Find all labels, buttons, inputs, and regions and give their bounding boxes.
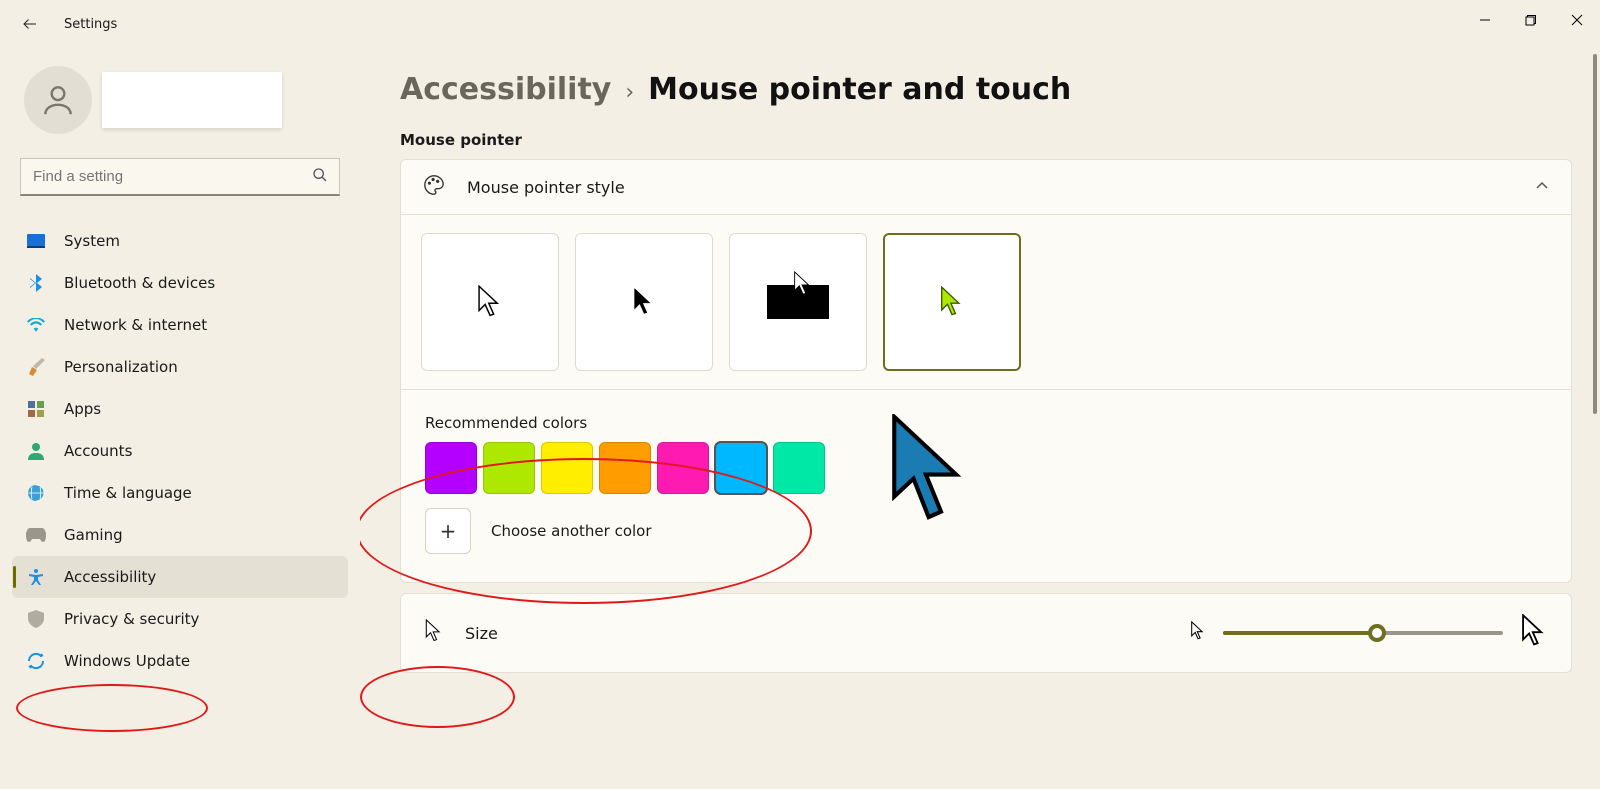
sidebar-item-system[interactable]: System — [12, 220, 348, 262]
chevron-right-icon: › — [625, 80, 634, 105]
color-swatch-yellow[interactable] — [541, 442, 593, 494]
sidebar-item-label: Time & language — [64, 484, 192, 502]
sidebar-item-network[interactable]: Network & internet — [12, 304, 348, 346]
pointer-style-header[interactable]: Mouse pointer style — [401, 160, 1571, 214]
main-content: Accessibility › Mouse pointer and touch … — [360, 48, 1600, 789]
section-mouse-pointer-label: Mouse pointer — [400, 131, 1572, 149]
sidebar-item-label: Bluetooth & devices — [64, 274, 215, 292]
update-icon — [26, 651, 46, 671]
cursor-large-icon — [1521, 614, 1547, 652]
paintbrush-icon — [26, 357, 46, 377]
nav-list: System Bluetooth & devices Network & int… — [12, 220, 348, 682]
size-card: Size — [400, 593, 1572, 673]
sidebar-item-time-language[interactable]: Time & language — [12, 472, 348, 514]
gamepad-icon — [26, 525, 46, 545]
sidebar-item-label: Accessibility — [64, 568, 156, 586]
minimize-button[interactable] — [1462, 0, 1508, 40]
chevron-up-icon — [1535, 178, 1549, 197]
app-title: Settings — [64, 17, 117, 32]
scrollbar-thumb[interactable] — [1593, 54, 1597, 414]
sidebar: System Bluetooth & devices Network & int… — [0, 48, 360, 789]
pointer-style-custom[interactable] — [883, 233, 1021, 371]
recommended-colors-label: Recommended colors — [425, 414, 825, 432]
system-icon — [26, 231, 46, 251]
pointer-style-inverted[interactable] — [729, 233, 867, 371]
sidebar-item-label: Windows Update — [64, 652, 190, 670]
user-name-panel[interactable] — [102, 72, 282, 128]
sidebar-item-label: Accounts — [64, 442, 132, 460]
plus-icon: + — [440, 519, 457, 543]
pointer-style-card: Mouse pointer style — [400, 159, 1572, 583]
search-input[interactable] — [20, 158, 340, 196]
close-button[interactable] — [1554, 0, 1600, 40]
search-icon — [312, 167, 328, 187]
cursor-icon — [425, 619, 443, 647]
annotation-ellipse — [360, 666, 515, 728]
sidebar-item-bluetooth[interactable]: Bluetooth & devices — [12, 262, 348, 304]
sidebar-item-label: System — [64, 232, 120, 250]
sidebar-item-label: Personalization — [64, 358, 178, 376]
pointer-style-title: Mouse pointer style — [467, 178, 625, 197]
globe-clock-icon — [26, 483, 46, 503]
palette-icon — [423, 174, 445, 200]
sidebar-item-privacy[interactable]: Privacy & security — [12, 598, 348, 640]
pointer-style-black[interactable] — [575, 233, 713, 371]
size-slider[interactable] — [1223, 623, 1503, 643]
bluetooth-icon — [26, 273, 46, 293]
color-swatch-purple[interactable] — [425, 442, 477, 494]
choose-another-color-label: Choose another color — [491, 522, 652, 540]
pointer-color-preview — [885, 414, 975, 554]
pointer-style-options — [401, 215, 1571, 389]
choose-another-color-button[interactable]: + — [425, 508, 471, 554]
slider-thumb[interactable] — [1368, 624, 1386, 642]
color-swatch-cyan[interactable] — [715, 442, 767, 494]
sidebar-item-windows-update[interactable]: Windows Update — [12, 640, 348, 682]
avatar[interactable] — [24, 66, 92, 134]
color-swatch-teal[interactable] — [773, 442, 825, 494]
sidebar-item-personalization[interactable]: Personalization — [12, 346, 348, 388]
apps-icon — [26, 399, 46, 419]
maximize-button[interactable] — [1508, 0, 1554, 40]
cursor-small-icon — [1191, 621, 1205, 645]
color-swatch-lime[interactable] — [483, 442, 535, 494]
sidebar-item-label: Gaming — [64, 526, 123, 544]
breadcrumb: Accessibility › Mouse pointer and touch — [400, 72, 1572, 107]
breadcrumb-parent[interactable]: Accessibility — [400, 72, 611, 107]
sidebar-item-label: Privacy & security — [64, 610, 199, 628]
sidebar-item-label: Network & internet — [64, 316, 207, 334]
sidebar-item-accounts[interactable]: Accounts — [12, 430, 348, 472]
color-swatch-orange[interactable] — [599, 442, 651, 494]
scrollbar[interactable] — [1586, 48, 1600, 789]
sidebar-item-label: Apps — [64, 400, 101, 418]
color-swatch-pink[interactable] — [657, 442, 709, 494]
accessibility-icon — [26, 567, 46, 587]
sidebar-item-gaming[interactable]: Gaming — [12, 514, 348, 556]
shield-icon — [26, 609, 46, 629]
wifi-icon — [26, 315, 46, 335]
sidebar-item-accessibility[interactable]: Accessibility — [12, 556, 348, 598]
pointer-style-white[interactable] — [421, 233, 559, 371]
back-button[interactable] — [20, 14, 40, 34]
color-swatches — [425, 442, 825, 494]
sidebar-item-apps[interactable]: Apps — [12, 388, 348, 430]
page-title: Mouse pointer and touch — [648, 72, 1071, 107]
person-icon — [26, 441, 46, 461]
size-label: Size — [465, 624, 498, 643]
